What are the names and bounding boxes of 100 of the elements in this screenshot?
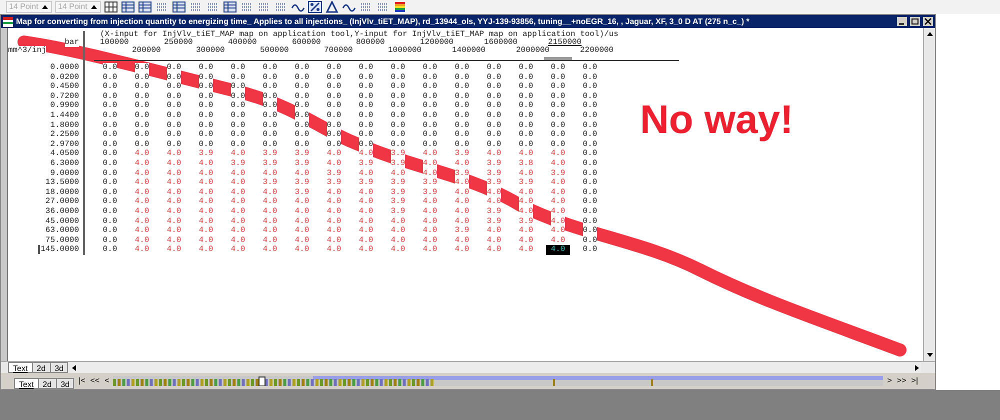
map-value: 4.0: [422, 216, 438, 226]
color-bars-icon[interactable]: [393, 1, 407, 13]
navigation-button[interactable]: <: [104, 375, 110, 387]
map-value: 4.0: [390, 168, 406, 178]
map-value: 0.0: [582, 226, 598, 236]
column-axis-value: 200000: [132, 46, 161, 55]
column-axis-value: 250000: [164, 38, 193, 47]
row-axis-value: 1.8000: [50, 120, 79, 130]
navigation-button[interactable]: |<: [77, 375, 86, 387]
table-icon[interactable]: [223, 1, 237, 13]
map-value: 4.0: [358, 216, 374, 226]
navigation-button[interactable]: >>: [896, 375, 908, 387]
row-axis-value: 0.0200: [50, 72, 79, 82]
map-value: 4.0: [262, 206, 278, 216]
row-axis-value: 0.9900: [50, 101, 79, 110]
navigation-button[interactable]: >: [886, 375, 893, 387]
map-value: 4.0: [166, 168, 182, 178]
maximize-icon[interactable]: [910, 17, 920, 26]
map-value: 0.0: [582, 188, 598, 198]
map-value: 0.0: [582, 168, 598, 178]
map-value: 0.0: [294, 140, 310, 150]
map-value: 4.0: [262, 216, 278, 226]
map-value: 4.0: [230, 236, 246, 246]
percent-icon[interactable]: [308, 1, 322, 13]
table-icon[interactable]: [121, 1, 135, 13]
navigation-button[interactable]: >|: [910, 375, 920, 387]
map-value: 4.0: [134, 188, 150, 198]
map-value: 0.0: [294, 120, 310, 130]
map-value: 0.0: [454, 72, 470, 82]
map-value: 4.0: [166, 236, 182, 246]
map-value: 4.0: [198, 188, 214, 198]
map-value: 4.0: [198, 206, 214, 216]
map-value: 0.0: [390, 72, 406, 82]
row-axis-value: 13.5000: [45, 178, 79, 188]
map-value: 4.0: [326, 188, 342, 198]
column-axis-value: 1600000: [484, 38, 518, 47]
map-value: 4.0: [294, 206, 310, 216]
map-value: 4.0: [518, 197, 534, 207]
map-value: 0.0: [262, 140, 278, 150]
map-value: 0.0: [486, 120, 502, 130]
map-value: 0.0: [294, 101, 310, 111]
map-value: 4.0: [454, 236, 470, 246]
map-value: 0.0: [102, 188, 118, 198]
map-value: 4.0: [326, 216, 342, 226]
vertical-scrollbar[interactable]: [923, 28, 935, 361]
row-axis-value: 1.4400: [50, 110, 79, 120]
view-tab[interactable]: 2d: [38, 378, 57, 389]
row-axis-value: 0.4500: [50, 82, 79, 92]
row-axis-value: 75.0000: [45, 236, 79, 245]
minimize-icon[interactable]: [897, 17, 907, 26]
map-value: 0.0: [230, 120, 246, 130]
map-value: 0.0: [518, 72, 534, 82]
map-value: 0.0: [102, 92, 118, 102]
view-tab[interactable]: Text: [8, 362, 33, 373]
row-axis-value: 6.3000: [50, 158, 79, 168]
horizontal-scrollbar[interactable]: [70, 362, 921, 372]
triangle-icon[interactable]: [325, 1, 339, 13]
map-value: 4.0: [454, 188, 470, 198]
map-value: 4.0: [486, 236, 502, 246]
map-value: 4.0: [166, 206, 182, 216]
map-value: 0.0: [518, 92, 534, 102]
map-value: 0.0: [454, 120, 470, 130]
map-value: 0.0: [166, 120, 182, 130]
map-value: 0.0: [454, 140, 470, 150]
row-axis-value[interactable]: 145.0000: [38, 245, 79, 254]
map-value: 4.0: [390, 236, 406, 246]
table-icon[interactable]: [138, 1, 152, 13]
scroll-up-icon[interactable]: [926, 30, 934, 38]
navigation-button[interactable]: <<: [89, 375, 101, 387]
view-tab[interactable]: 3d: [50, 362, 68, 373]
map-value: 0.0: [134, 63, 150, 73]
table-icon[interactable]: [172, 1, 186, 13]
map-value: 4.0: [230, 206, 246, 216]
scroll-down-icon[interactable]: [926, 351, 934, 359]
map-value: 0.0: [454, 92, 470, 102]
grid-icon[interactable]: [104, 1, 118, 13]
map-value: 4.0: [550, 188, 566, 198]
map-value: 0.0: [198, 140, 214, 150]
close-icon[interactable]: [923, 17, 933, 26]
map-value: 0.0: [166, 63, 182, 73]
map-value: 3.9: [486, 216, 502, 226]
view-tab[interactable]: 3d: [56, 378, 74, 389]
map-value: 0.0: [422, 72, 438, 82]
map-value: 4.0: [262, 168, 278, 178]
map-value: 0.0: [390, 140, 406, 150]
map-value: 0.0: [358, 120, 374, 130]
overview-strip-drawing[interactable]: [113, 376, 884, 386]
map-value: 0.0: [198, 82, 214, 92]
map-value: 0.0: [134, 140, 150, 150]
column-axis-value: 2150000: [548, 38, 582, 47]
map-value: 0.0: [582, 120, 598, 130]
map-value[interactable]: 4.0: [546, 245, 570, 255]
map-value: 0.0: [486, 72, 502, 82]
map-value: 0.0: [102, 140, 118, 150]
map-value: 0.0: [326, 130, 342, 140]
view-tab[interactable]: Text: [14, 378, 39, 389]
map-value: 0.0: [102, 168, 118, 178]
view-tab[interactable]: 2d: [32, 362, 51, 373]
map-value: 0.0: [486, 140, 502, 150]
map-value: 0.0: [582, 72, 598, 82]
